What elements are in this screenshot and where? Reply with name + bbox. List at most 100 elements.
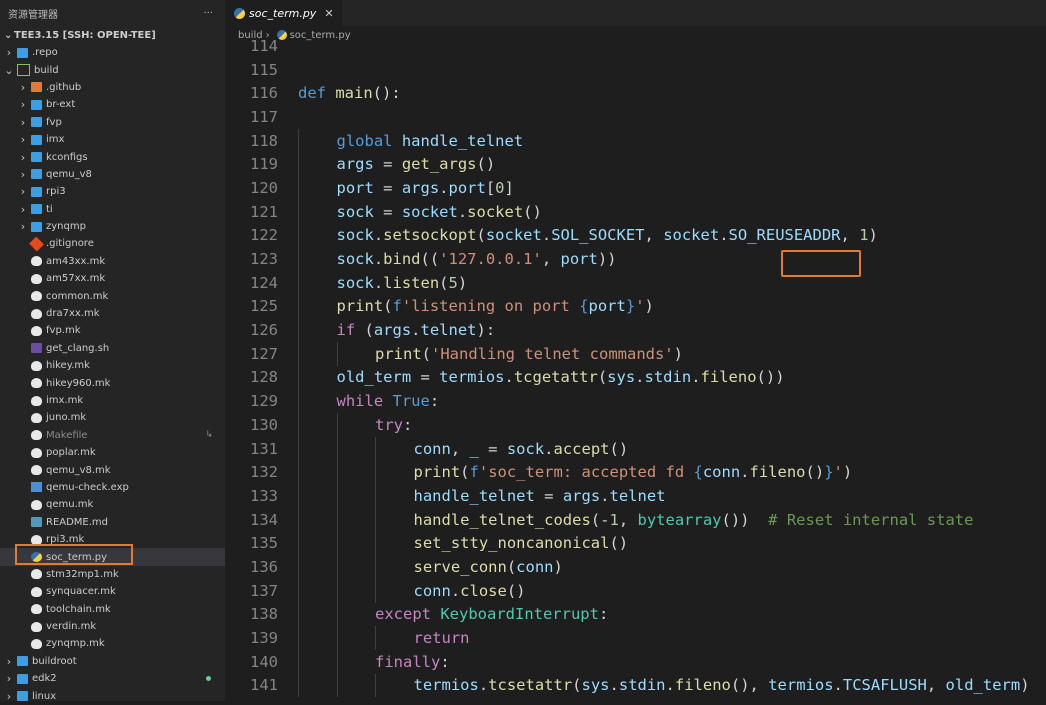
code-token: conn	[516, 557, 554, 576]
code-token: while	[336, 392, 393, 411]
folder-item[interactable]: › kconfigs	[0, 148, 225, 165]
makefile-icon	[31, 325, 42, 336]
chevron-right-icon: ›	[20, 98, 26, 112]
more-actions-icon[interactable]: ···	[203, 8, 213, 19]
code-view[interactable]: 114 115 116 def main(): 117 118 global handle_…	[226, 34, 1046, 698]
file-item[interactable]: .gitignore	[0, 235, 225, 252]
chevron-right-icon: ›	[6, 46, 12, 60]
folder-item[interactable]: › fvp	[0, 114, 225, 131]
tree-item-label: imx.mk	[46, 395, 84, 406]
code-token: ()	[609, 439, 629, 458]
file-item[interactable]: hikey.mk	[0, 357, 225, 374]
code-text: except KeyboardInterrupt:	[375, 605, 608, 623]
indent-guide	[298, 436, 299, 461]
code-token: handle_telnet_codes	[413, 510, 591, 529]
code-token: .	[373, 273, 384, 292]
file-item[interactable]: Makefile ↳	[0, 427, 225, 444]
port-highlight-box	[781, 250, 861, 277]
file-item[interactable]: synquacer.mk	[0, 583, 225, 600]
folder-item[interactable]: › .github	[0, 79, 225, 96]
code-token: stdin	[618, 676, 666, 695]
file-item[interactable]: poplar.mk	[0, 444, 225, 461]
code-token: ,	[541, 250, 561, 269]
code-line: 140 finally:	[226, 649, 1046, 674]
folder-icon	[31, 152, 42, 163]
folder-item[interactable]: ⌄ build	[0, 61, 225, 78]
folder-item[interactable]: › linux	[0, 687, 225, 704]
folder-item[interactable]: › qemu_v8	[0, 166, 225, 183]
code-text: args = get_args()	[337, 155, 496, 173]
workspace-title: TEE3.15 [SSH: OPEN-TEE]	[14, 29, 156, 41]
folder-item[interactable]: › zynqmp	[0, 218, 225, 235]
code-token: SOL_SOCKET	[551, 226, 645, 245]
folder-item[interactable]: › .repo	[0, 44, 225, 61]
tab-soc-term[interactable]: soc_term.py ✕	[226, 0, 342, 26]
close-icon[interactable]: ✕	[324, 7, 333, 20]
code-token: 'listening on port	[401, 297, 580, 316]
code-token: .	[450, 581, 461, 600]
code-line: 119 args = get_args()	[226, 152, 1046, 177]
folder-item[interactable]: › imx	[0, 131, 225, 148]
selection-highlight	[15, 544, 133, 565]
code-text: serve_conn(conn)	[414, 558, 563, 576]
indent-guide	[336, 484, 338, 508]
folder-icon	[31, 204, 42, 215]
file-item[interactable]: qemu-check.exp	[0, 479, 225, 496]
file-item[interactable]: README.md	[0, 514, 225, 531]
code-token: :	[429, 392, 440, 411]
code-token: sys	[607, 368, 636, 387]
folder-icon	[17, 691, 28, 702]
code-line: 133 handle_telnet = args.telnet	[226, 484, 1046, 508]
line-number: 117	[250, 107, 278, 126]
chevron-right-icon: ›	[6, 654, 12, 668]
indent-guide	[375, 484, 376, 508]
code-token: =	[411, 368, 440, 387]
file-item[interactable]: fvp.mk	[0, 322, 225, 339]
code-token: (),	[730, 676, 769, 695]
file-item[interactable]: dra7xx.mk	[0, 305, 225, 322]
tree-item-label: .github	[46, 81, 82, 93]
folder-item[interactable]: › br-ext	[0, 96, 225, 113]
file-item[interactable]: zynqmp.mk	[0, 635, 225, 652]
line-number: 122	[250, 226, 278, 245]
tree-item-label: edk2	[32, 673, 57, 685]
folder-item[interactable]: › edk2	[0, 670, 225, 687]
file-item[interactable]: verdin.mk	[0, 618, 225, 635]
code-token: global	[336, 131, 402, 150]
file-item[interactable]: am57xx.mk	[0, 270, 225, 287]
code-token: handle_telnet	[401, 131, 524, 150]
code-line: 118 global handle_telnet	[226, 128, 1046, 153]
file-item[interactable]: qemu.mk	[0, 496, 225, 513]
code-line: 139 return	[226, 626, 1046, 650]
folder-item[interactable]: › rpi3	[0, 183, 225, 200]
file-item[interactable]: imx.mk	[0, 392, 225, 409]
folder-item[interactable]: › ti	[0, 201, 225, 218]
makefile-icon	[31, 499, 42, 510]
indent-guide	[375, 673, 376, 698]
file-item[interactable]: hikey960.mk	[0, 374, 225, 391]
indent-guide	[336, 602, 338, 627]
file-item[interactable]: common.mk	[0, 287, 225, 304]
workspace-section[interactable]: ⌄ TEE3.15 [SSH: OPEN-TEE]	[0, 26, 225, 44]
code-token: '	[833, 463, 843, 482]
file-item[interactable]: am43xx.mk	[0, 253, 225, 270]
chevron-right-icon: ›	[20, 202, 26, 216]
code-text: sock = socket.socket()	[337, 203, 542, 221]
line-number: 119	[250, 155, 278, 174]
file-item[interactable]: qemu_v8.mk	[0, 461, 225, 478]
indent-guide	[336, 626, 338, 650]
tree-item-label: Makefile	[46, 429, 88, 441]
folder-item[interactable]: › buildroot	[0, 653, 225, 670]
code-token: [	[485, 178, 496, 197]
code-line: 123 sock.bind(('127.0.0.1', port))	[226, 247, 1046, 271]
makefile-icon	[31, 586, 42, 597]
file-item[interactable]: get_clang.sh	[0, 340, 225, 357]
tab-bar: soc_term.py ✕	[226, 0, 1046, 26]
code-line: 129 while True:	[226, 389, 1046, 413]
file-item[interactable]: juno.mk	[0, 409, 225, 426]
code-token: port	[336, 178, 374, 197]
file-item[interactable]: toolchain.mk	[0, 601, 225, 618]
tree-item-label: rpi3	[46, 186, 66, 198]
indent-guide	[298, 460, 299, 485]
file-item[interactable]: stm32mp1.mk	[0, 566, 225, 583]
